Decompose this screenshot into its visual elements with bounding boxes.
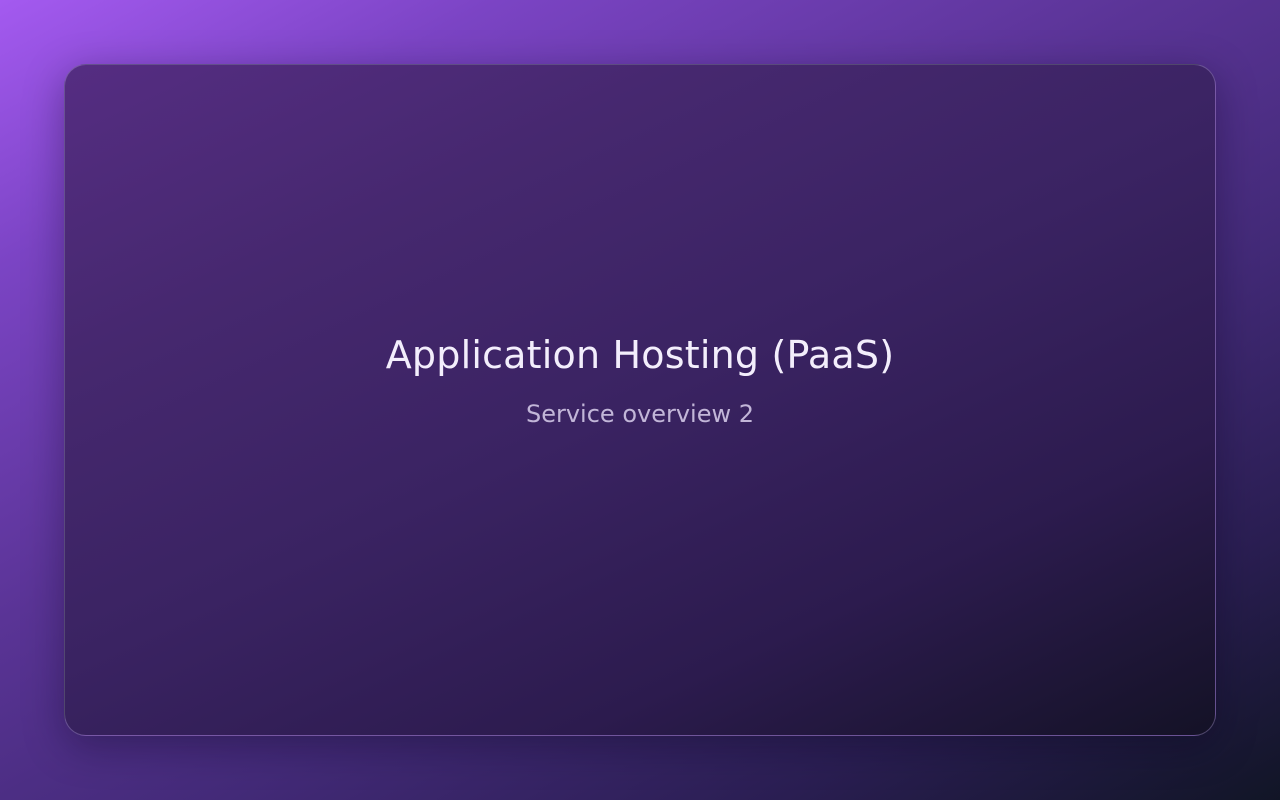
- slide-title: Application Hosting (PaaS): [385, 332, 895, 377]
- slide-subtitle: Service overview 2: [525, 400, 754, 429]
- title-card: Application Hosting (PaaS) Service overv…: [64, 64, 1216, 736]
